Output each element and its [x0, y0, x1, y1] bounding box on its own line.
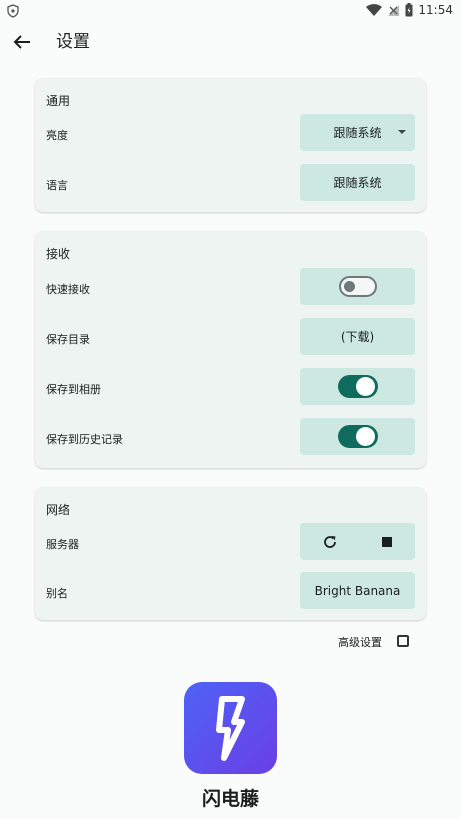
- switch-knob: [343, 281, 355, 292]
- wifi-icon: [366, 3, 383, 16]
- section-title-network: 网络: [46, 503, 71, 517]
- save-to-history-toggle-box[interactable]: [300, 418, 415, 455]
- battery-icon: [405, 3, 413, 17]
- app-name: 闪电藤: [201, 788, 259, 810]
- language-value: 跟随系统: [333, 176, 382, 190]
- quick-receive-toggle-box[interactable]: [300, 268, 415, 305]
- save-dir-value: (下载): [340, 330, 375, 344]
- advanced-settings-checkbox[interactable]: [397, 635, 409, 647]
- arrow-left-icon[interactable]: [10, 30, 34, 54]
- advanced-settings-label: 高级设置: [338, 636, 382, 649]
- switch-knob: [355, 377, 375, 396]
- section-title-general: 通用: [46, 94, 71, 108]
- stop-icon[interactable]: [381, 536, 393, 548]
- save-to-gallery-switch[interactable]: [337, 375, 378, 398]
- general-card: 通用 亮度 跟随系统 语言 跟随系统: [35, 78, 426, 212]
- quick-receive-label: 快速接收: [46, 283, 90, 296]
- brightness-dropdown[interactable]: 跟随系统: [300, 114, 415, 151]
- save-to-gallery-toggle-box[interactable]: [300, 368, 415, 405]
- save-to-history-switch[interactable]: [337, 425, 378, 448]
- network-card: 网络 服务器 别名 Bright Banana: [35, 487, 426, 620]
- brightness-value: 跟随系统: [333, 126, 382, 140]
- quick-receive-switch[interactable]: [338, 276, 377, 297]
- shield-icon: [7, 4, 19, 18]
- save-dir-button[interactable]: (下载): [300, 318, 415, 355]
- refresh-icon[interactable]: [322, 534, 338, 550]
- language-button[interactable]: 跟随系统: [300, 164, 415, 201]
- lightning-bolt-icon: [216, 696, 245, 761]
- status-bar: 11:54: [0, 0, 461, 22]
- alias-label: 别名: [46, 587, 68, 600]
- language-label: 语言: [46, 179, 68, 192]
- switch-knob: [355, 427, 375, 446]
- server-label: 服务器: [46, 538, 79, 551]
- server-controls: [300, 523, 415, 560]
- top-app-bar: 设置: [0, 22, 461, 62]
- receive-card: 接收 快速接收 保存目录 (下载) 保存到相册 保存到历史记录: [35, 231, 426, 468]
- alias-value: Bright Banana: [314, 583, 401, 598]
- no-signal-icon: [388, 4, 400, 16]
- alias-button[interactable]: Bright Banana: [300, 572, 415, 609]
- save-to-history-label: 保存到历史记录: [46, 433, 123, 446]
- chevron-down-icon: [398, 130, 406, 134]
- save-dir-label: 保存目录: [46, 333, 90, 346]
- app-logo: [184, 682, 277, 774]
- page-title: 设置: [56, 32, 90, 52]
- brightness-label: 亮度: [46, 129, 68, 142]
- status-time: 11:54: [418, 3, 453, 17]
- section-title-receive: 接收: [46, 247, 71, 261]
- save-to-gallery-label: 保存到相册: [46, 383, 101, 396]
